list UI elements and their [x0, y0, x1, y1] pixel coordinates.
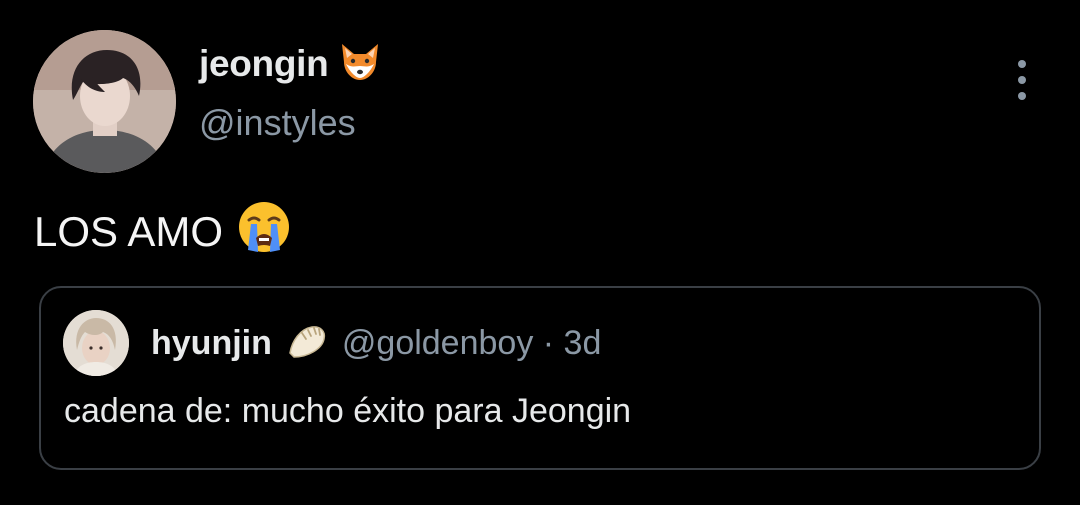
tweet-body: LOS AMO: [34, 200, 291, 264]
tweet[interactable]: jeongin @instyles LOS AMO hyunjin @golde…: [0, 0, 1080, 505]
name-row: jeongin: [199, 40, 382, 88]
quoted-author-avatar[interactable]: [63, 310, 129, 376]
dumpling-icon: [286, 323, 328, 364]
dot: [1018, 76, 1026, 84]
author-handle[interactable]: @instyles: [199, 102, 382, 144]
more-options-icon[interactable]: [1006, 58, 1038, 102]
quoted-author-display-name[interactable]: hyunjin: [151, 324, 272, 363]
tweet-header: jeongin @instyles: [199, 40, 382, 144]
author-display-name[interactable]: jeongin: [199, 43, 329, 85]
dot: [1018, 92, 1026, 100]
quoted-tweet-card[interactable]: hyunjin @goldenboy · 3d cadena de: mucho…: [39, 286, 1041, 470]
quoted-avatar-image: [63, 310, 129, 376]
author-avatar[interactable]: [33, 30, 176, 173]
loudly-crying-face-icon: [237, 200, 291, 264]
quoted-tweet-text: cadena de: mucho éxito para Jeongin: [64, 392, 632, 430]
fox-face-icon: [338, 42, 382, 87]
dot: [1018, 60, 1026, 68]
quoted-author-handle-and-time[interactable]: @goldenboy · 3d: [342, 324, 601, 363]
avatar-image: [33, 30, 176, 173]
tweet-text: LOS AMO: [34, 208, 224, 255]
quoted-tweet-header: hyunjin @goldenboy · 3d: [63, 310, 601, 376]
